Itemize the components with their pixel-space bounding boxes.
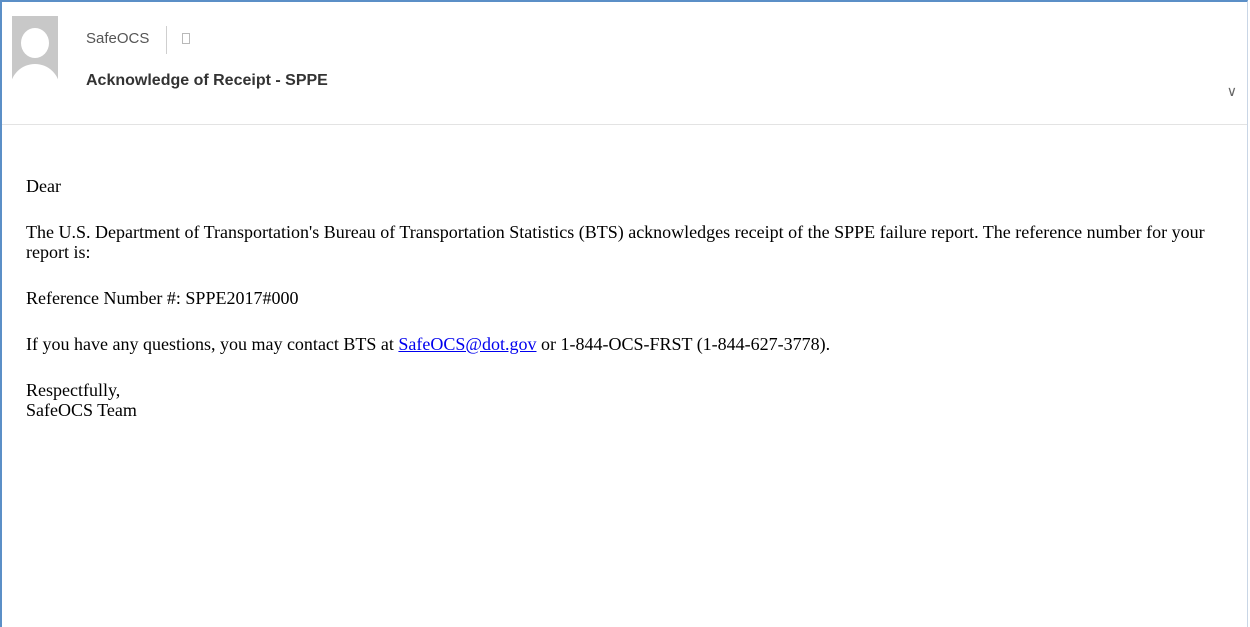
greeting: Dear	[26, 176, 61, 196]
avatar-body-shape	[12, 64, 58, 102]
intro-paragraph: The U.S. Department of Transportation's …	[26, 222, 1205, 262]
avatar-head-shape	[21, 28, 49, 58]
email-subject: Acknowledge of Receipt - SPPE	[86, 72, 328, 89]
missing-glyph-icon	[182, 33, 190, 44]
signature: SafeOCS Team	[26, 400, 137, 420]
sender-name[interactable]: SafeOCS	[86, 30, 149, 47]
header-divider	[166, 26, 167, 54]
contact-email-link[interactable]: SafeOCS@dot.gov	[398, 334, 536, 354]
reference-number: Reference Number #: SPPE2017#000	[26, 288, 299, 308]
chevron-down-icon[interactable]: ∨	[1227, 84, 1237, 100]
sender-avatar[interactable]	[12, 16, 58, 102]
email-header: SafeOCS Acknowledge of Receipt - SPPE ∨	[2, 2, 1247, 125]
closing: Respectfully,	[26, 380, 121, 400]
contact-suffix: or 1-844-OCS-FRST (1-844-627-3778).	[536, 334, 831, 354]
contact-paragraph: If you have any questions, you may conta…	[26, 334, 1231, 354]
email-body: Dear The U.S. Department of Transportati…	[26, 176, 1231, 446]
email-reading-pane: SafeOCS Acknowledge of Receipt - SPPE ∨ …	[0, 0, 1248, 627]
contact-prefix: If you have any questions, you may conta…	[26, 334, 399, 354]
